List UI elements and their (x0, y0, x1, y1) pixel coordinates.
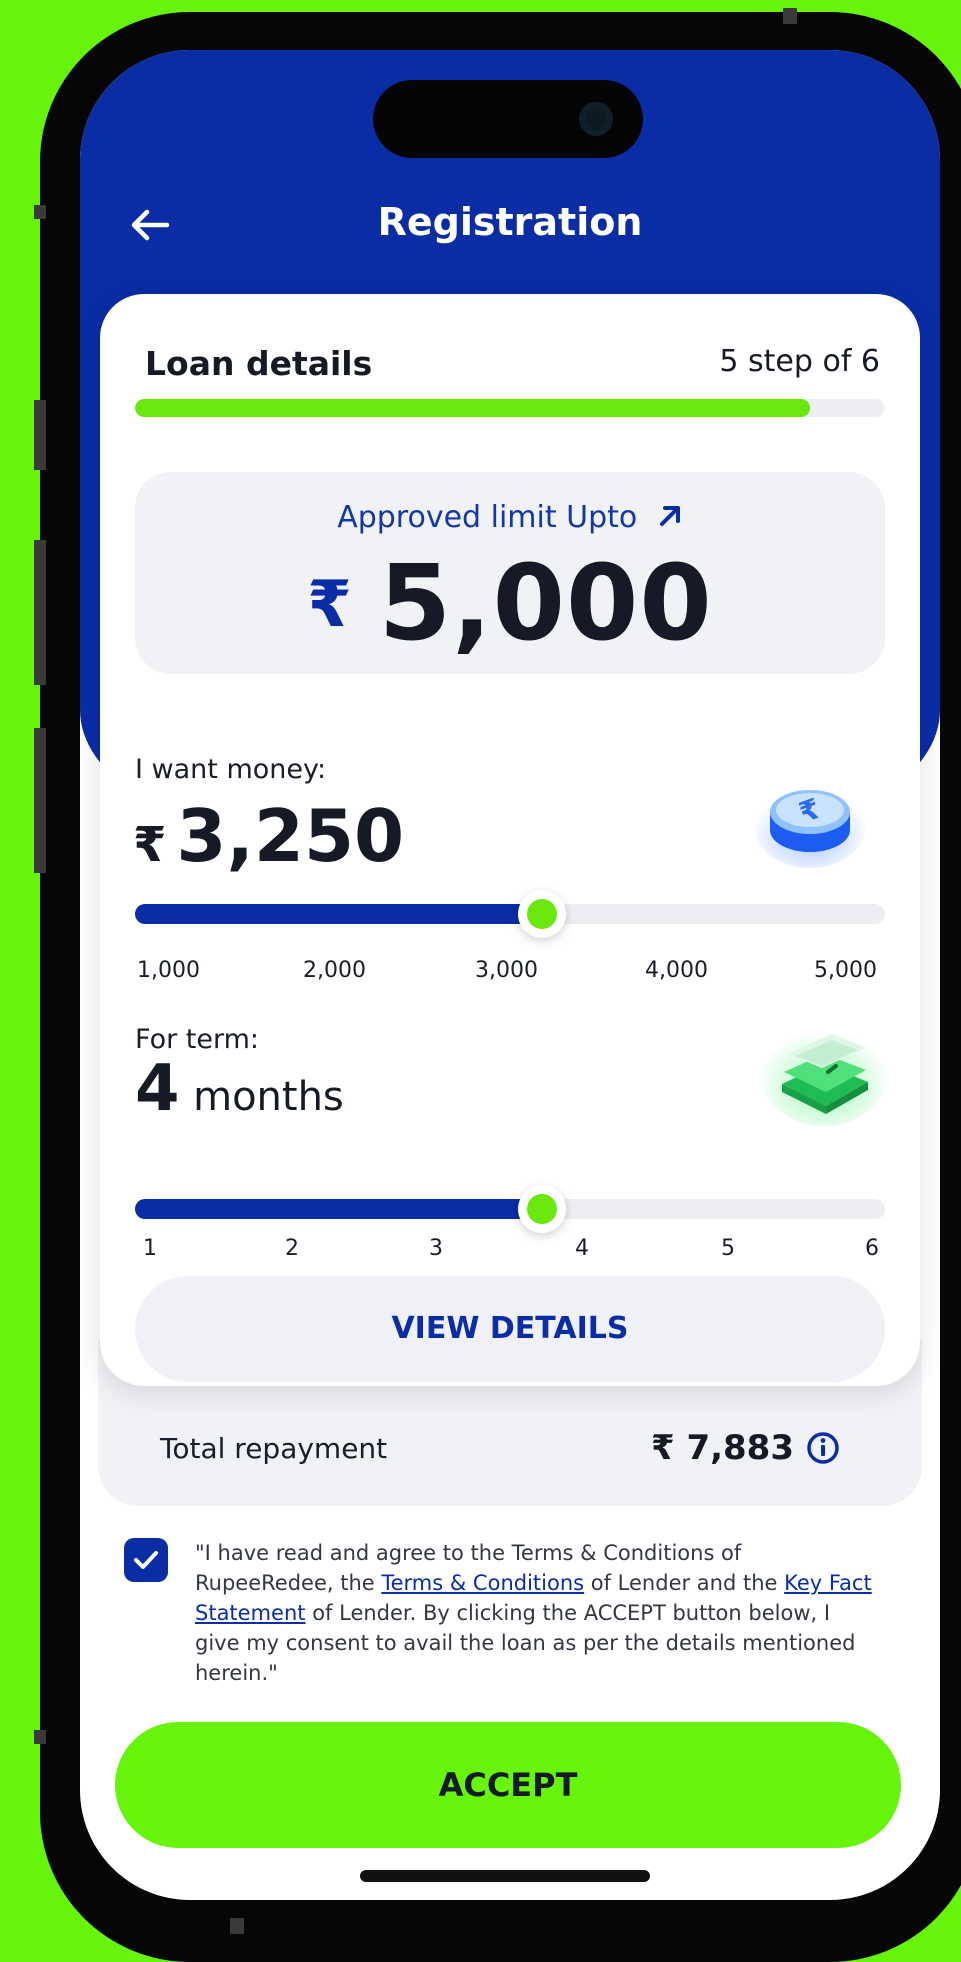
side-button (34, 400, 46, 470)
approved-limit-label: Approved limit Upto (135, 500, 885, 535)
terms-link[interactable]: Terms & Conditions (381, 1571, 584, 1595)
money-amount: ₹3,250 (133, 794, 404, 878)
loan-details-title: Loan details (145, 344, 373, 383)
rupee-symbol: ₹ (133, 817, 167, 873)
consent-text-part: of Lender and the (584, 1571, 785, 1595)
slider-thumb-dot (526, 1194, 557, 1224)
loan-card: Loan details 5 step of 6 Approved limit … (100, 294, 920, 1386)
camera-icon (579, 102, 613, 136)
approved-limit-text: Approved limit Upto (337, 500, 638, 535)
term-tick: 6 (865, 1236, 879, 1261)
term-unit: months (193, 1074, 344, 1120)
term-tick: 1 (143, 1236, 157, 1261)
side-button (783, 8, 797, 24)
money-tick: 2,000 (303, 958, 366, 983)
total-repayment-amount: ₹ 7,883 (651, 1428, 840, 1468)
money-tick: 5,000 (814, 958, 877, 983)
term-slider-fill (135, 1199, 542, 1219)
money-tick: 4,000 (645, 958, 708, 983)
money-value: 3,250 (176, 794, 405, 878)
term-ticks: 1 2 3 4 5 6 (135, 1236, 885, 1266)
side-button (34, 540, 46, 685)
money-slider-fill (135, 904, 542, 924)
term-tick: 2 (285, 1236, 299, 1261)
money-tick: 3,000 (475, 958, 538, 983)
accept-button[interactable]: ACCEPT (115, 1722, 901, 1848)
home-indicator[interactable] (360, 1870, 650, 1882)
term-slider-thumb[interactable] (517, 1185, 566, 1233)
step-indicator: 5 step of 6 (719, 344, 880, 379)
term-value: 4 (135, 1052, 180, 1126)
rupee-coin-icon: ₹ (755, 788, 865, 868)
arrow-up-right-icon (659, 506, 680, 526)
page-title: Registration (377, 200, 643, 244)
info-icon[interactable] (806, 1431, 840, 1465)
term-tick: 5 (721, 1236, 735, 1261)
term-tick: 4 (575, 1236, 589, 1261)
view-details-button[interactable]: VIEW DETAILS (135, 1276, 885, 1382)
progress-bar (135, 399, 885, 417)
dynamic-island (373, 80, 643, 158)
money-slider-thumb[interactable] (517, 890, 566, 938)
term-tick: 3 (429, 1236, 443, 1261)
total-repayment-label: Total repayment (160, 1432, 388, 1465)
phone-screen: Registration Loan details 5 step of 6 Ap… (80, 50, 940, 1900)
money-slider[interactable] (135, 890, 885, 938)
side-button (230, 1918, 244, 1934)
approved-limit-box: Approved limit Upto ₹5,000 (135, 472, 885, 674)
term-slider[interactable] (135, 1185, 885, 1233)
money-tick: 1,000 (137, 958, 200, 983)
side-button (34, 1730, 46, 1744)
approved-limit-value: 5,000 (378, 542, 713, 664)
slider-thumb-dot (526, 899, 557, 929)
total-repayment-value: ₹ 7,883 (650, 1428, 794, 1468)
money-label: I want money: (135, 754, 327, 785)
side-button (34, 205, 46, 219)
consent-checkbox[interactable] (124, 1538, 168, 1582)
side-button (34, 728, 46, 873)
progress-fill (135, 399, 810, 417)
checkmark-icon (134, 1551, 158, 1569)
cash-stack-icon (762, 1026, 886, 1126)
rupee-symbol: ₹ (307, 567, 353, 642)
approved-limit-amount: ₹5,000 (135, 542, 885, 664)
term-label: For term: (135, 1024, 259, 1055)
consent-text: "I have read and agree to the Terms & Co… (195, 1538, 875, 1688)
term-amount: 4 months (135, 1052, 344, 1126)
money-ticks: 1,000 2,000 3,000 4,000 5,000 (135, 958, 885, 988)
